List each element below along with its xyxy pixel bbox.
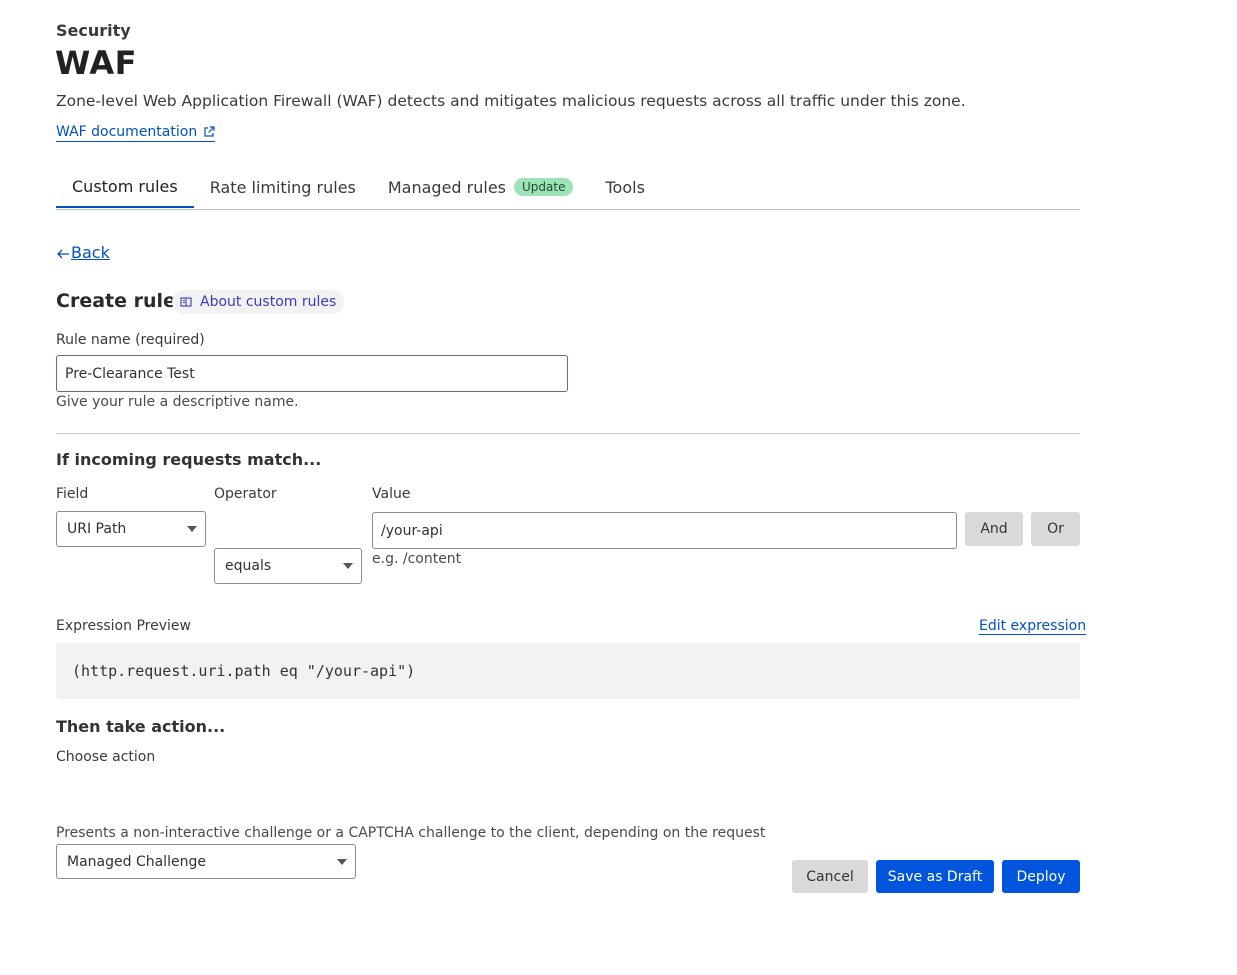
update-badge: Update (514, 178, 573, 196)
back-link[interactable]: Back (56, 243, 110, 262)
cancel-label: Cancel (806, 869, 853, 885)
or-button[interactable]: Or (1031, 512, 1080, 546)
tab-label: Custom rules (72, 177, 178, 196)
external-link-icon (203, 126, 215, 138)
value-input-value: /your-api (381, 523, 443, 539)
chevron-down-icon (187, 526, 197, 532)
match-title: If incoming requests match... (56, 450, 321, 469)
value-input[interactable]: /your-api (372, 512, 957, 549)
arrow-left-icon (56, 247, 70, 261)
deploy-button[interactable]: Deploy (1002, 860, 1080, 893)
about-label: About custom rules (200, 294, 336, 310)
value-label: Value (372, 486, 410, 502)
page-title: WAF (55, 44, 137, 82)
field-label: Field (56, 486, 88, 502)
field-select-value: URI Path (67, 521, 126, 537)
or-label: Or (1047, 521, 1064, 537)
back-label: Back (71, 243, 110, 262)
field-select[interactable]: URI Path (56, 511, 206, 547)
chevron-down-icon (343, 563, 353, 569)
operator-select-value: equals (225, 558, 271, 574)
expression-preview: (http.request.uri.path eq "/your-api") (56, 643, 1080, 699)
doc-link-label: WAF documentation (56, 124, 197, 140)
action-select-value: Managed Challenge (67, 854, 206, 870)
breadcrumb: Security (56, 21, 131, 40)
book-icon (180, 296, 192, 308)
save-as-draft-button[interactable]: Save as Draft (876, 860, 994, 893)
chevron-down-icon (337, 859, 347, 865)
edit-expression-link[interactable]: Edit expression (979, 618, 1086, 635)
page-description: Zone-level Web Application Firewall (WAF… (56, 92, 966, 110)
tab-bar: Custom rules Rate limiting rules Managed… (56, 166, 1080, 210)
expression-preview-label: Expression Preview (56, 618, 191, 634)
tab-rate-limiting-rules[interactable]: Rate limiting rules (194, 166, 372, 208)
cancel-button[interactable]: Cancel (792, 860, 868, 893)
tab-tools[interactable]: Tools (589, 166, 660, 208)
action-title: Then take action... (56, 717, 225, 736)
value-help: e.g. /content (372, 551, 461, 567)
action-select[interactable]: Managed Challenge (56, 844, 356, 879)
rule-name-help: Give your rule a descriptive name. (56, 394, 299, 410)
waf-documentation-link[interactable]: WAF documentation (56, 124, 215, 142)
divider (56, 433, 1080, 434)
tab-managed-rules[interactable]: Managed rules Update (372, 166, 590, 208)
tab-label: Tools (605, 178, 644, 197)
save-as-draft-label: Save as Draft (888, 869, 982, 885)
expression-text: (http.request.uri.path eq "/your-api") (72, 662, 415, 680)
rule-name-label: Rule name (required) (56, 332, 205, 348)
operator-label: Operator (214, 486, 277, 502)
choose-action-label: Choose action (56, 749, 155, 765)
rule-name-value: Pre-Clearance Test (65, 366, 195, 382)
deploy-label: Deploy (1016, 869, 1065, 885)
operator-select[interactable]: equals (214, 548, 362, 584)
and-button[interactable]: And (965, 512, 1023, 546)
tab-label: Rate limiting rules (210, 178, 356, 197)
and-label: And (980, 521, 1007, 537)
about-custom-rules-link[interactable]: About custom rules (172, 290, 344, 314)
rule-name-input[interactable]: Pre-Clearance Test (56, 355, 568, 392)
create-rule-title: Create rule (56, 290, 176, 312)
tab-custom-rules[interactable]: Custom rules (56, 166, 194, 208)
tab-label: Managed rules (388, 178, 506, 197)
action-description: Presents a non-interactive challenge or … (56, 825, 765, 841)
